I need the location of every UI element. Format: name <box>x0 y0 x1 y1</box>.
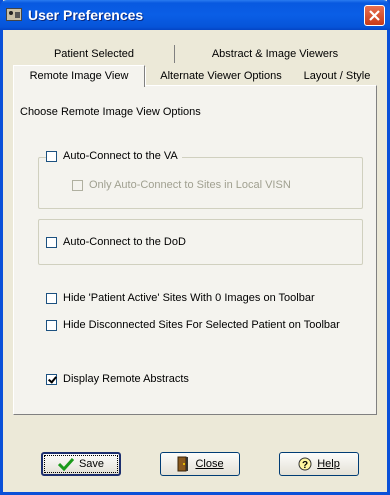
auto-connect-va-checkbox[interactable] <box>46 150 57 162</box>
only-local-visn-checkbox <box>72 179 83 191</box>
auto-connect-dod-checkbox[interactable] <box>46 236 57 248</box>
only-local-visn-label: Only Auto-Connect to Sites in Local VISN <box>89 179 291 191</box>
hide-disconnected-checkbox[interactable] <box>46 319 57 331</box>
window-title: User Preferences <box>28 7 144 23</box>
help-icon: ? <box>298 457 312 471</box>
close-window-button[interactable] <box>364 5 385 26</box>
save-button-label: Save <box>78 458 105 470</box>
svg-text:?: ? <box>302 460 308 471</box>
tab-abstract-image-viewers[interactable]: Abstract & Image Viewers <box>175 45 375 63</box>
display-remote-abstracts-checkbox[interactable] <box>46 373 57 385</box>
save-button[interactable]: Save <box>41 452 121 476</box>
tab-label: Alternate Viewer Options <box>160 70 282 82</box>
help-button-label: Help <box>317 458 340 470</box>
tab-label: Layout / Style <box>303 70 371 82</box>
panel-heading: Choose Remote Image View Options <box>20 106 201 118</box>
auto-connect-va-label[interactable]: Auto-Connect to the VA <box>63 150 178 162</box>
close-icon <box>369 10 380 21</box>
auto-connect-va-row[interactable]: Auto-Connect to the VA <box>46 150 182 162</box>
tab-label: Remote Image View <box>29 70 129 82</box>
only-local-visn-row: Only Auto-Connect to Sites in Local VISN <box>72 179 291 191</box>
door-icon <box>177 456 189 472</box>
app-icon <box>6 8 22 21</box>
close-button-label: Close <box>195 458 224 470</box>
help-button[interactable]: ? Help <box>279 452 359 476</box>
auto-connect-dod-label[interactable]: Auto-Connect to the DoD <box>63 236 186 248</box>
display-remote-abstracts-row[interactable]: Display Remote Abstracts <box>46 373 189 385</box>
hide-patient-active-row[interactable]: Hide 'Patient Active' Sites With 0 Image… <box>46 292 315 304</box>
tab-alternate-viewer-options[interactable]: Alternate Viewer Options <box>145 67 297 85</box>
tab-label: Abstract & Image Viewers <box>211 48 339 60</box>
display-remote-abstracts-label[interactable]: Display Remote Abstracts <box>63 373 189 385</box>
tab-patient-selected[interactable]: Patient Selected <box>14 45 175 63</box>
hide-patient-active-label[interactable]: Hide 'Patient Active' Sites With 0 Image… <box>63 292 315 304</box>
hide-disconnected-label[interactable]: Hide Disconnected Sites For Selected Pat… <box>63 319 340 331</box>
close-button[interactable]: Close <box>160 452 240 476</box>
tab-remote-image-view[interactable]: Remote Image View <box>13 65 145 87</box>
hide-patient-active-checkbox[interactable] <box>46 292 57 304</box>
hide-disconnected-row[interactable]: Hide Disconnected Sites For Selected Pat… <box>46 319 340 331</box>
tab-label: Patient Selected <box>53 48 135 60</box>
tab-layout-style[interactable]: Layout / Style <box>296 67 378 85</box>
auto-connect-dod-row[interactable]: Auto-Connect to the DoD <box>46 236 186 248</box>
checkmark-icon <box>57 457 74 471</box>
title-bar[interactable]: User Preferences <box>0 0 390 30</box>
